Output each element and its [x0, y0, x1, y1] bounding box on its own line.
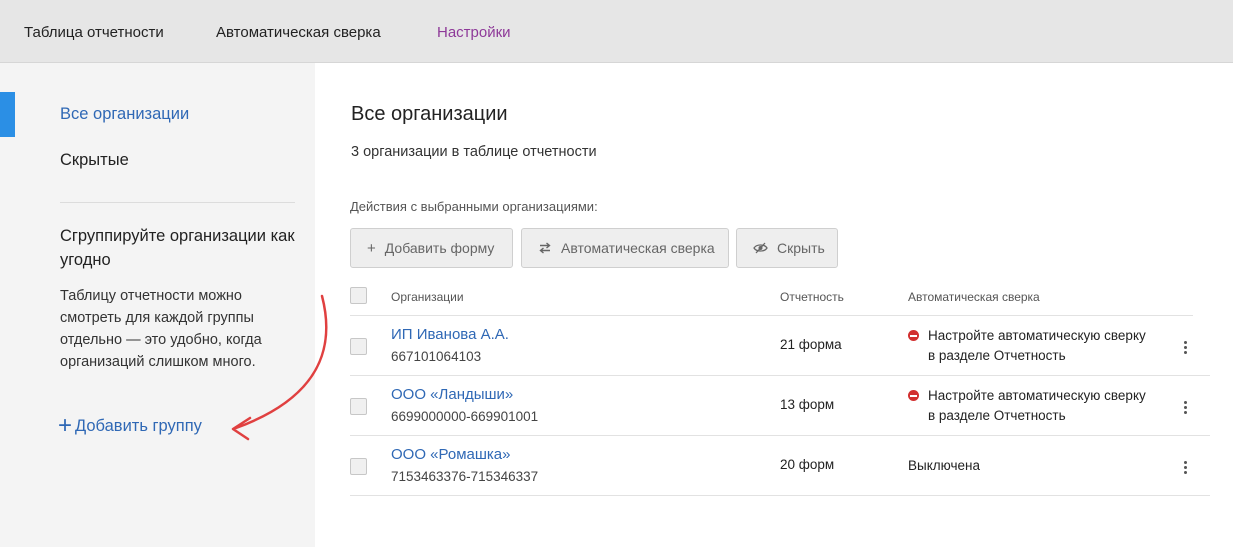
organization-inn: 6699000000-669901001: [391, 409, 539, 424]
eye-off-icon: [753, 242, 768, 254]
column-header-auto-check: Автоматическая сверка: [908, 290, 1040, 304]
sidebar-item-hidden[interactable]: Скрытые: [60, 151, 129, 170]
column-header-reports: Отчетность: [780, 290, 844, 304]
sidebar-item-all-organizations[interactable]: Все организации: [60, 105, 189, 124]
auto-check-button[interactable]: Автоматическая сверка: [521, 228, 729, 268]
table-header: Организации Отчетность Автоматическая св…: [350, 282, 1193, 316]
page-title: Все организации: [351, 103, 508, 125]
auto-check-status: Настройте автоматическую сверку в раздел…: [908, 326, 1146, 366]
row-checkbox[interactable]: [350, 398, 367, 415]
add-group-button[interactable]: + Добавить группу: [58, 412, 202, 439]
tab-settings[interactable]: Настройки: [437, 24, 511, 41]
plus-icon: +: [367, 239, 376, 257]
column-header-organizations: Организации: [391, 290, 464, 304]
auto-check-label: Автоматическая сверка: [561, 240, 715, 256]
organization-inn: 667101064103: [391, 349, 482, 364]
main-content: Все организации 3 организации в таблице …: [315, 63, 1233, 547]
row-checkbox[interactable]: [350, 338, 367, 355]
table-row: ООО «Ландыши» 6699000000-669901001 13 фо…: [350, 376, 1210, 436]
table-row: ООО «Ромашка» 7153463376-715346337 20 фо…: [350, 436, 1210, 496]
organizations-count: 3 организации в таблице отчетности: [351, 144, 597, 160]
organization-name-link[interactable]: ООО «Ромашка»: [391, 446, 510, 463]
sidebar: Все организации Скрытые Сгруппируйте орг…: [0, 63, 315, 547]
auto-check-status-line1: Настройте автоматическую сверку: [928, 328, 1146, 343]
more-vertical-icon[interactable]: [1180, 457, 1190, 477]
reports-count: 21 форма: [780, 337, 842, 352]
active-item-marker: [0, 92, 15, 137]
reports-count: 20 форм: [780, 457, 835, 472]
hide-button[interactable]: Скрыть: [736, 228, 838, 268]
more-vertical-icon[interactable]: [1180, 337, 1190, 357]
add-form-label: Добавить форму: [384, 240, 495, 256]
auto-check-status-line2: в разделе Отчетность: [928, 408, 1066, 423]
hide-label: Скрыть: [777, 240, 825, 256]
add-group-label: Добавить группу: [75, 416, 202, 435]
more-vertical-icon[interactable]: [1180, 397, 1190, 417]
organization-name-link[interactable]: ИП Иванова А.А.: [391, 326, 509, 343]
reports-count: 13 форм: [780, 397, 835, 412]
row-checkbox[interactable]: [350, 458, 367, 475]
auto-check-status-line1: Настройте автоматическую сверку: [928, 388, 1146, 403]
auto-check-status-line1: Выключена: [908, 458, 980, 473]
sidebar-divider: [60, 202, 295, 203]
bulk-actions-label: Действия с выбранными организациями:: [350, 199, 598, 214]
group-promo-description: Таблицу отчетности можно смотреть для ка…: [60, 288, 262, 370]
auto-check-status-line2: в разделе Отчетность: [928, 348, 1066, 363]
top-navigation: Таблица отчетности Автоматическая сверка…: [0, 0, 1233, 63]
stop-icon: [908, 390, 919, 401]
organization-name-link[interactable]: ООО «Ландыши»: [391, 386, 513, 403]
tab-reporting-table[interactable]: Таблица отчетности: [24, 24, 164, 41]
add-form-button[interactable]: + Добавить форму: [350, 228, 513, 268]
select-all-checkbox[interactable]: [350, 287, 367, 304]
organization-inn: 7153463376-715346337: [391, 469, 539, 484]
stop-icon: [908, 330, 919, 341]
auto-check-status: Настройте автоматическую сверку в раздел…: [908, 386, 1146, 426]
table-row: ИП Иванова А.А. 667101064103 21 форма На…: [350, 316, 1210, 376]
swap-arrows-icon: [538, 242, 552, 254]
auto-check-status: Выключена: [908, 456, 980, 476]
tab-auto-check[interactable]: Автоматическая сверка: [216, 24, 381, 41]
group-promo-title: Сгруппируйте организации как угодно: [60, 227, 295, 269]
plus-icon: +: [58, 412, 73, 439]
